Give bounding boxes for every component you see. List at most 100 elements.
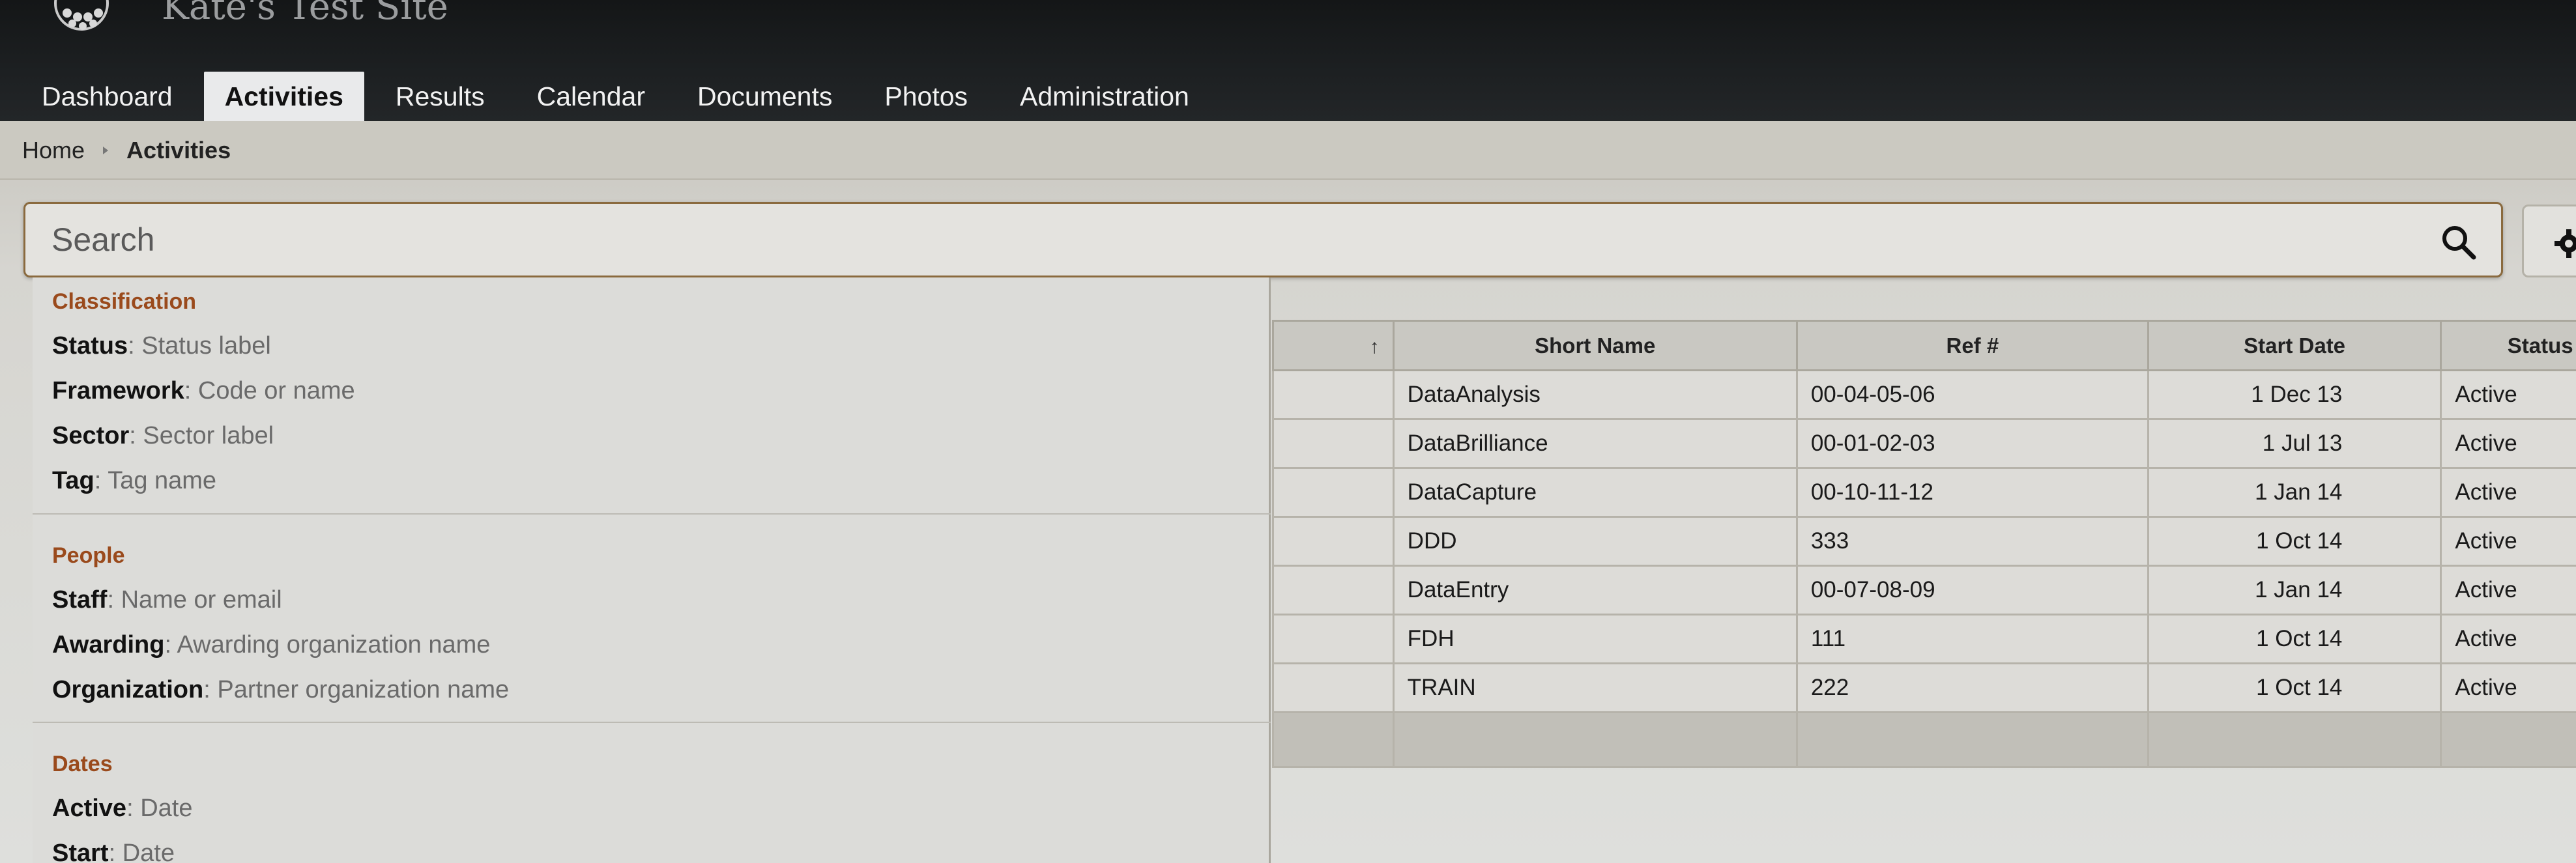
cell-ref: 00-07-08-09 (1795, 565, 2149, 615)
filter-active[interactable]: Active: Date (52, 791, 192, 836)
cell-status: Active (2440, 467, 2576, 518)
cell-start-date: 1 Dec 13 (2147, 369, 2442, 420)
filter-key: Staff (52, 586, 108, 614)
filter-hint: Date (122, 840, 175, 863)
tab-calendar[interactable]: Calendar (516, 72, 666, 121)
tab-documents[interactable]: Documents (676, 72, 853, 121)
filter-key: Awarding (52, 631, 165, 658)
filter-hint: Awarding organization name (177, 631, 491, 658)
filter-key: Status (52, 332, 128, 360)
people-section: People Staff: Name or email Awarding: Aw… (52, 543, 509, 718)
cell-short-name[interactable]: DataCapture (1392, 467, 1798, 518)
cell-short-name[interactable]: FDH (1392, 614, 1798, 664)
table-row[interactable]: DataAnalysis 00-04-05-06 1 Dec 13 Active (1272, 369, 2576, 420)
filter-staff[interactable]: Staff: Name or email (52, 583, 509, 628)
filter-key: Sector (52, 422, 130, 449)
activities-table: ↑ Short Name Ref # Start Date Status Dat… (1272, 320, 2576, 768)
cell-ref: 222 (1795, 662, 2149, 713)
filter-key: Tag (52, 467, 94, 494)
divider (33, 513, 1271, 515)
cell-status: Active (2440, 662, 2576, 713)
table-row[interactable]: DataEntry 00-07-08-09 1 Jan 14 Active (1272, 565, 2576, 615)
filter-hint: Tag name (108, 467, 217, 494)
screen: Kate's Test Site Dashboard Activities Re… (0, 0, 2576, 863)
column-header-short-name[interactable]: Short Name (1392, 320, 1798, 371)
filter-start[interactable]: Start: Date (52, 836, 192, 863)
search-box (23, 202, 2503, 277)
logo-icon (54, 0, 109, 31)
filter-organization[interactable]: Organization: Partner organization name (52, 673, 509, 718)
cell-status: Active (2440, 565, 2576, 615)
cell-start-date: 1 Jan 14 (2147, 467, 2442, 518)
cell-status: Active (2440, 516, 2576, 567)
cell-start-date: 1 Jul 13 (2147, 418, 2442, 469)
table-row[interactable]: FDH 111 1 Oct 14 Active (1272, 614, 2576, 664)
cell-status: Active (2440, 418, 2576, 469)
row-spacer (1272, 565, 1395, 615)
activities-table-wrap: ↑ Short Name Ref # Start Date Status Dat… (1272, 320, 2576, 863)
row-spacer (1272, 516, 1395, 567)
tab-dashboard[interactable]: Dashboard (21, 72, 194, 121)
column-header-ref[interactable]: Ref # (1795, 320, 2149, 371)
empty-cell (1272, 711, 1395, 768)
cell-ref: 111 (1795, 614, 2149, 664)
table-footer-row (1272, 711, 2576, 768)
filter-hint: Status label (141, 332, 271, 360)
dates-section: Dates Active: Date Start: Date (52, 752, 192, 863)
main-content: Home Activities Classi (0, 121, 2576, 863)
filter-status[interactable]: Status: Status label (52, 329, 355, 374)
row-spacer (1272, 614, 1395, 664)
breadcrumb-home[interactable]: Home (22, 137, 85, 164)
cell-ref: 333 (1795, 516, 2149, 567)
table-header-row: ↑ Short Name Ref # Start Date Status (1272, 320, 2576, 371)
empty-cell (2147, 711, 2442, 768)
column-header-status[interactable]: Status (2440, 320, 2576, 371)
filter-framework[interactable]: Framework: Code or name (52, 374, 355, 419)
cell-short-name[interactable]: DataBrilliance (1392, 418, 1798, 469)
tab-results[interactable]: Results (375, 72, 506, 121)
column-header-start-date[interactable]: Start Date (2147, 320, 2442, 371)
filter-hint: Date (140, 795, 193, 822)
cell-start-date: 1 Oct 14 (2147, 614, 2442, 664)
empty-cell (1795, 711, 2149, 768)
cell-start-date: 1 Oct 14 (2147, 662, 2442, 713)
filter-awarding[interactable]: Awarding: Awarding organization name (52, 628, 509, 673)
tab-photos[interactable]: Photos (863, 72, 989, 121)
search-input[interactable] (51, 217, 2397, 262)
row-spacer (1272, 418, 1395, 469)
empty-cell (1392, 711, 1798, 768)
chevron-right-icon (103, 147, 109, 154)
cell-short-name[interactable]: TRAIN (1392, 662, 1798, 713)
empty-cell (2440, 711, 2576, 768)
row-spacer (1272, 467, 1395, 518)
section-title: People (52, 543, 125, 568)
filter-panel: Classification Status: Status label Fram… (33, 277, 1271, 863)
filter-tag[interactable]: Tag: Tag name (52, 464, 355, 509)
table-row[interactable]: TRAIN 222 1 Oct 14 Active (1272, 662, 2576, 713)
sort-column-header[interactable]: ↑ (1272, 320, 1395, 371)
settings-button[interactable] (2522, 205, 2576, 277)
cell-start-date: 1 Oct 14 (2147, 516, 2442, 567)
tab-activities[interactable]: Activities (203, 72, 364, 121)
row-spacer (1272, 662, 1395, 713)
filter-key: Organization (52, 676, 204, 703)
breadcrumb: Home Activities (22, 137, 231, 164)
table-row[interactable]: DDD 333 1 Oct 14 Active (1272, 516, 2576, 567)
sort-up-icon: ↑ (1369, 335, 1380, 358)
filter-sector[interactable]: Sector: Sector label (52, 419, 355, 464)
table-row[interactable]: DataBrilliance 00-01-02-03 1 Jul 13 Active (1272, 418, 2576, 469)
cell-short-name[interactable]: DataAnalysis (1392, 369, 1798, 420)
tab-administration[interactable]: Administration (999, 72, 1210, 121)
classification-section: Classification Status: Status label Fram… (52, 289, 355, 509)
cell-status: Active (2440, 369, 2576, 420)
cell-short-name[interactable]: DDD (1392, 516, 1798, 567)
cell-short-name[interactable]: DataEntry (1392, 565, 1798, 615)
filter-key: Framework (52, 377, 184, 404)
breadcrumb-bar: Home Activities (0, 121, 2576, 180)
site-title[interactable]: Kate's Test Site (162, 0, 448, 28)
filter-hint: Code or name (197, 377, 355, 404)
gear-icon (2554, 229, 2576, 258)
breadcrumb-current: Activities (126, 137, 231, 163)
table-row[interactable]: DataCapture 00-10-11-12 1 Jan 14 Active (1272, 467, 2576, 518)
search-icon[interactable] (2440, 223, 2478, 261)
